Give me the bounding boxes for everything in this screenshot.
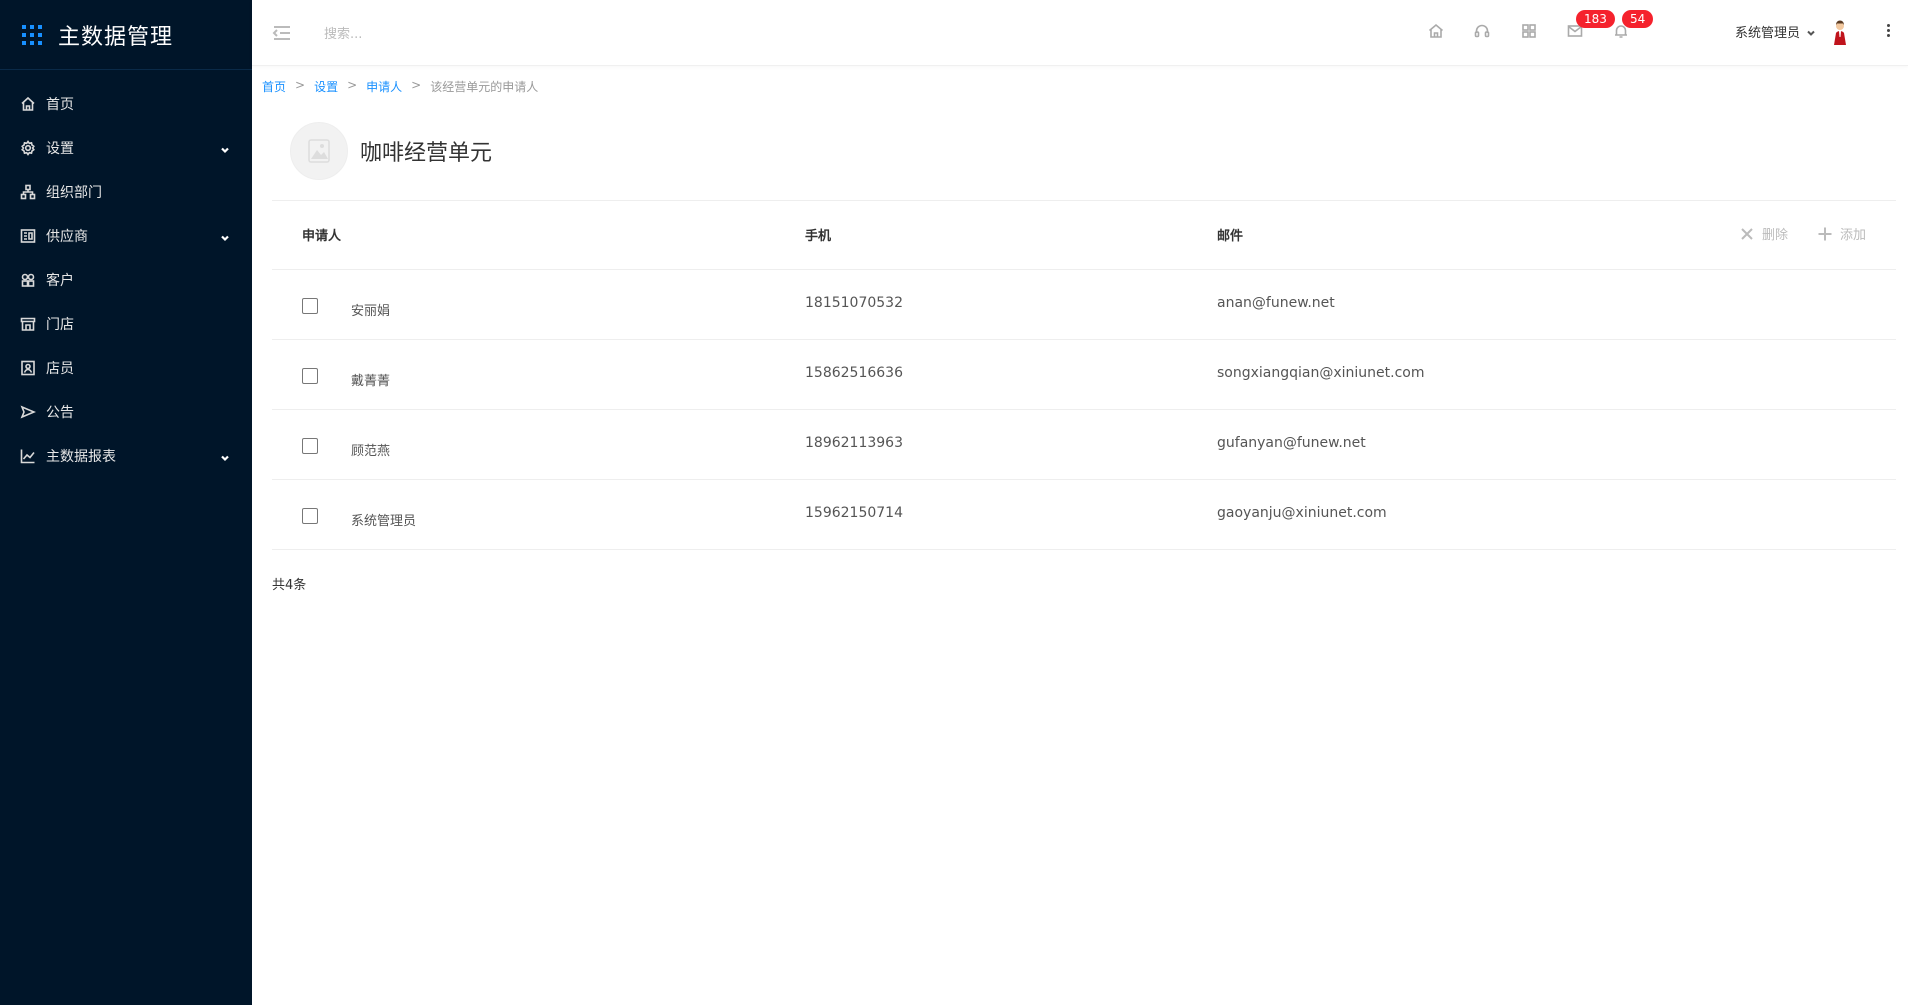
search-input[interactable] [324,22,604,46]
add-button-label: 添加 [1839,228,1866,243]
customer-icon [21,273,35,287]
applicant-email: gufanyan@funew.net [1217,435,1366,451]
applicant-phone: 15862516636 [805,365,903,381]
table-actions: 删除 添加 [1710,224,1866,243]
page-header: 咖啡经营单元 [290,122,492,180]
table-row: 安丽娟 18151070532 anan@funew.net [272,270,1896,340]
sidebar-item-store[interactable]: 门店 [0,302,252,346]
breadcrumb-settings-link[interactable]: 设置 [314,78,338,95]
applicant-name: 戴菁菁 [351,374,391,389]
sidebar-item-label: 供应商 [46,229,88,245]
chevron-down-icon [220,451,230,462]
sidebar-item-settings[interactable]: 设置 [0,126,252,170]
app-root: 主数据管理 首页 设置 组织部门 供应商 客户 门店 店员 公告 主数据报表 搜… [0,0,1908,1005]
applicant-email: anan@funew.net [1217,295,1335,311]
row-checkbox[interactable] [302,438,318,454]
add-button[interactable]: 添加 [1818,224,1866,243]
applicant-phone: 15962150714 [805,505,903,521]
row-checkbox[interactable] [302,368,318,384]
column-header-phone: 手机 [805,229,832,244]
applicant-phone: 18151070532 [805,295,903,311]
column-header-email: 邮件 [1217,229,1244,244]
delete-button[interactable]: 删除 [1740,224,1788,243]
sidebar-item-org[interactable]: 组织部门 [0,170,252,214]
sidebar-item-label: 首页 [46,97,74,113]
breadcrumb-separator: > [295,78,306,92]
supplier-icon [20,229,36,243]
page-title: 咖啡经营单元 [360,141,493,166]
breadcrumb: 首页 > 设置 > 申请人 > 该经营单元的申请人 [262,78,538,95]
sidebar-item-label: 组织部门 [46,185,102,201]
table-row: 系统管理员 15962150714 gaoyanju@xiniunet.com [272,480,1896,550]
home-icon[interactable] [1427,22,1447,42]
sidebar-item-label: 主数据报表 [46,449,116,465]
chart-icon [20,449,35,464]
gear-icon [21,140,35,156]
org-tree-icon [20,184,36,200]
app-title: 主数据管理 [58,24,174,50]
announcement-icon [20,405,36,419]
mail-button[interactable]: 183 [1566,10,1615,42]
applicant-name: 系统管理员 [351,514,417,529]
more-options-icon[interactable] [1884,22,1892,42]
breadcrumb-current: 该经营单元的申请人 [430,80,539,94]
table-row: 戴菁菁 15862516636 songxiangqian@xiniunet.c… [272,340,1896,410]
sidebar-item-customer[interactable]: 客户 [0,258,252,302]
user-name: 系统管理员 [1735,26,1801,41]
mail-badge: 183 [1576,10,1615,28]
sidebar-item-supplier[interactable]: 供应商 [0,214,252,258]
image-placeholder-icon [290,122,348,180]
staff-icon [21,360,35,376]
sidebar-item-label: 店员 [46,361,74,377]
sidebar-item-label: 公告 [46,405,74,421]
sidebar-item-announcement[interactable]: 公告 [0,390,252,434]
sidebar-item-label: 设置 [46,141,74,157]
notification-badge: 54 [1622,10,1654,28]
store-icon [20,317,36,331]
home-icon [21,96,35,111]
applicant-name: 安丽娟 [351,304,391,319]
chevron-down-icon [1806,27,1816,37]
apps-grid-icon [22,24,42,45]
sidebar-item-label: 客户 [46,273,74,289]
brand[interactable]: 主数据管理 [0,0,252,70]
apps-icon[interactable] [1520,22,1540,42]
breadcrumb-applicant-link[interactable]: 申请人 [366,78,402,95]
row-checkbox[interactable] [302,298,318,314]
menu-collapse-icon[interactable] [272,24,292,42]
sidebar-item-home[interactable]: 首页 [0,82,252,126]
applicant-email: songxiangqian@xiniunet.com [1217,365,1425,381]
avatar[interactable] [1830,20,1850,46]
top-header: 183 54 系统管理员 [252,0,1908,66]
sidebar-item-staff[interactable]: 店员 [0,346,252,390]
applicant-phone: 18962113963 [805,435,903,451]
breadcrumb-home-link[interactable]: 首页 [262,78,286,95]
applicant-email: gaoyanju@xiniunet.com [1217,505,1387,521]
applicant-table: 申请人 手机 邮件 删除 添加 安丽娟 18151070532 anan@fun… [272,200,1896,550]
delete-button-label: 删除 [1761,228,1788,243]
row-checkbox[interactable] [302,508,318,524]
table-header: 申请人 手机 邮件 删除 添加 [272,200,1896,270]
plus-icon [1818,227,1832,240]
headset-icon[interactable] [1473,22,1493,42]
chevron-down-icon [220,231,230,242]
breadcrumb-separator: > [411,78,422,92]
sidebar: 主数据管理 首页 设置 组织部门 供应商 客户 门店 店员 公告 主数据报表 [0,0,252,1005]
sidebar-item-label: 门店 [46,317,74,333]
column-header-applicant: 申请人 [302,229,342,244]
sidebar-menu: 首页 设置 组织部门 供应商 客户 门店 店员 公告 主数据报表 [0,70,252,478]
table-row: 顾范燕 18962113963 gufanyan@funew.net [272,410,1896,480]
notification-button[interactable]: 54 [1612,10,1654,42]
breadcrumb-separator: > [347,78,358,92]
sidebar-item-report[interactable]: 主数据报表 [0,434,252,478]
applicant-name: 顾范燕 [351,444,391,459]
chevron-down-icon [220,143,230,154]
total-count: 共4条 [272,578,307,593]
close-icon [1741,227,1753,240]
user-menu[interactable]: 系统管理员 [1735,22,1816,41]
